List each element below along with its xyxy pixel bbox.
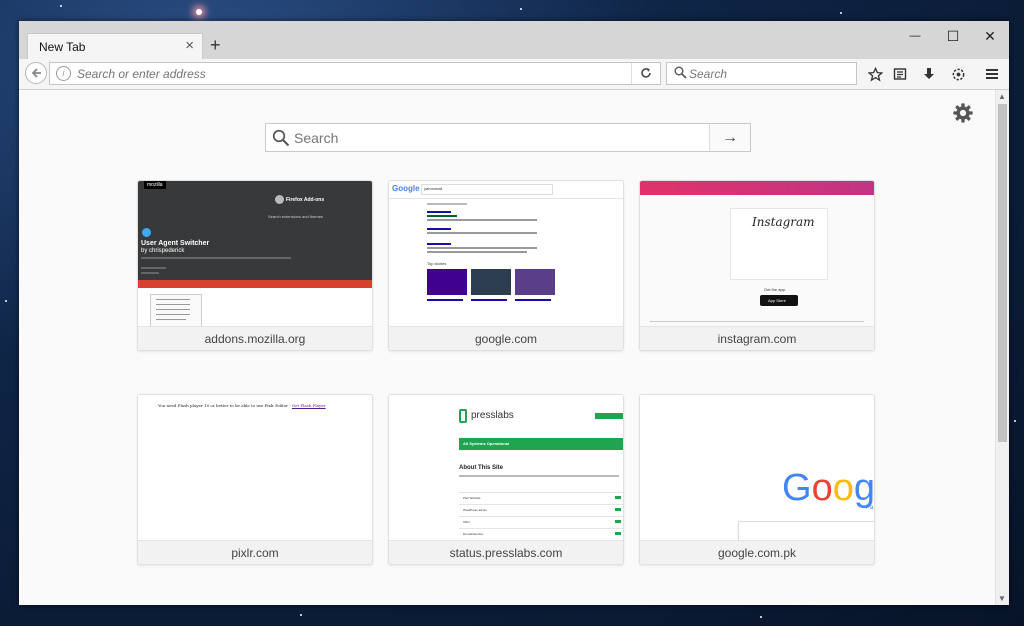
- address-input[interactable]: [75, 66, 619, 82]
- newtab-search-box[interactable]: Search →: [265, 123, 751, 152]
- presslabs-row: Pixlr Website: [463, 496, 481, 500]
- downloads-icon[interactable]: [918, 63, 940, 85]
- newtab-search-input[interactable]: Search: [294, 130, 338, 146]
- reload-button[interactable]: [631, 63, 660, 84]
- close-window-button[interactable]: ✕: [972, 23, 1008, 49]
- reading-list-icon[interactable]: [889, 63, 911, 85]
- tile-label: google.com: [389, 326, 623, 350]
- tab-strip: New Tab × + — ☐ ✕: [19, 21, 1009, 60]
- google-thumb-logo: Google: [392, 184, 420, 193]
- wallpaper-star: [60, 5, 62, 7]
- amo-author: by chrispederick: [141, 248, 185, 254]
- wallpaper-star: [196, 9, 202, 15]
- amo-header: Firefox Add-ons: [286, 197, 325, 203]
- search-go-button[interactable]: →: [709, 124, 750, 151]
- search-bar-placeholder: Search: [689, 67, 728, 81]
- back-button[interactable]: [25, 62, 47, 84]
- presslabs-thumb-about: About This Site: [459, 465, 503, 471]
- tile-thumbnail: Instagram Get the app. App Store: [640, 181, 874, 326]
- scroll-down-arrow-icon[interactable]: ▼: [998, 594, 1006, 603]
- tile-thumbnail: Googl Pa: [640, 395, 874, 540]
- tab-title: New Tab: [39, 40, 86, 54]
- new-tab-page: Search → mozilla Firefox Add-ons Search …: [19, 90, 995, 605]
- top-site-tile[interactable]: mozilla Firefox Add-ons Search extension…: [137, 180, 373, 351]
- tile-thumbnail: mozilla Firefox Add-ons Search extension…: [138, 181, 372, 326]
- bookmark-star-icon[interactable]: [864, 63, 886, 85]
- tile-thumbnail: You need Flash player 10 or better to be…: [138, 395, 372, 540]
- top-site-tile[interactable]: Instagram Get the app. App Store instagr…: [639, 180, 875, 351]
- navigation-toolbar: i Search: [19, 59, 1009, 90]
- tile-label: addons.mozilla.org: [138, 326, 372, 350]
- amo-title: User Agent Switcher: [141, 240, 210, 247]
- top-site-tile[interactable]: Googl Pa google.com.pk: [639, 394, 875, 565]
- wallpaper-star: [520, 8, 522, 10]
- search-bar[interactable]: Search: [666, 62, 857, 85]
- back-arrow-icon: [31, 68, 41, 78]
- instagram-thumb-app-store: App Store: [768, 298, 786, 303]
- presslabs-row: WordPress admin: [463, 508, 487, 512]
- presslabs-row: CDN: [463, 520, 470, 524]
- scroll-thumb[interactable]: [998, 104, 1007, 442]
- amo-brand: mozilla: [144, 181, 166, 189]
- wallpaper-star: [300, 614, 302, 616]
- browser-window: New Tab × + — ☐ ✕ i Search or enter addr…: [19, 21, 1009, 605]
- tile-thumbnail: presslabs All Systems Operational About …: [389, 395, 623, 540]
- minimize-button[interactable]: —: [897, 23, 933, 49]
- search-icon: [674, 66, 687, 79]
- tile-label: status.presslabs.com: [389, 540, 623, 564]
- address-bar[interactable]: i: [49, 62, 661, 85]
- top-site-tile[interactable]: You need Flash player 10 or better to be…: [137, 394, 373, 565]
- tab-close-icon[interactable]: ×: [185, 37, 194, 54]
- instagram-thumb-logo: Instagram: [752, 215, 815, 229]
- pixlr-flash-link: Get Flash Player: [291, 403, 326, 408]
- tile-label: google.com.pk: [640, 540, 874, 564]
- google-pk-thumb-sub: Pa: [866, 505, 874, 511]
- pixlr-notice-text: You need Flash player 10 or better to be…: [158, 403, 292, 408]
- hamburger-menu-icon[interactable]: [981, 63, 1003, 85]
- top-site-tile[interactable]: Google yahoomail Top stories google.com: [388, 180, 624, 351]
- amo-search: Search extensions and themes: [268, 214, 323, 219]
- presslabs-thumb-status: All Systems Operational: [463, 441, 510, 446]
- wallpaper-star: [840, 12, 842, 14]
- presslabs-row: DomainService: [463, 532, 484, 536]
- info-icon[interactable]: i: [56, 66, 71, 81]
- google-thumb-top-stories: Top stories: [427, 261, 447, 266]
- customize-gear-icon[interactable]: [952, 102, 974, 124]
- presslabs-thumb-logo: presslabs: [471, 410, 514, 421]
- google-pk-thumb-logo: Googl: [782, 467, 874, 509]
- maximize-button[interactable]: ☐: [935, 23, 971, 49]
- top-site-tile[interactable]: presslabs All Systems Operational About …: [388, 394, 624, 565]
- tile-thumbnail: Google yahoomail Top stories: [389, 181, 623, 326]
- new-tab-button[interactable]: +: [210, 35, 221, 55]
- wallpaper-star: [1014, 420, 1016, 422]
- tab-new-tab[interactable]: New Tab ×: [27, 33, 203, 60]
- google-thumb-query: yahoomail: [424, 186, 443, 191]
- wallpaper-star: [5, 300, 7, 302]
- pixlr-thumb-notice: You need Flash player 10 or better to be…: [158, 403, 358, 408]
- wallpaper-star: [760, 616, 762, 618]
- instagram-thumb-get-app: Get the app.: [764, 287, 787, 292]
- tile-label: pixlr.com: [138, 540, 372, 564]
- search-icon: [272, 129, 290, 147]
- addons-icon[interactable]: [947, 63, 969, 85]
- reload-icon: [641, 68, 651, 78]
- vertical-scrollbar[interactable]: ▲ ▼: [995, 90, 1009, 605]
- scroll-up-arrow-icon[interactable]: ▲: [998, 92, 1006, 101]
- tile-label: instagram.com: [640, 326, 874, 350]
